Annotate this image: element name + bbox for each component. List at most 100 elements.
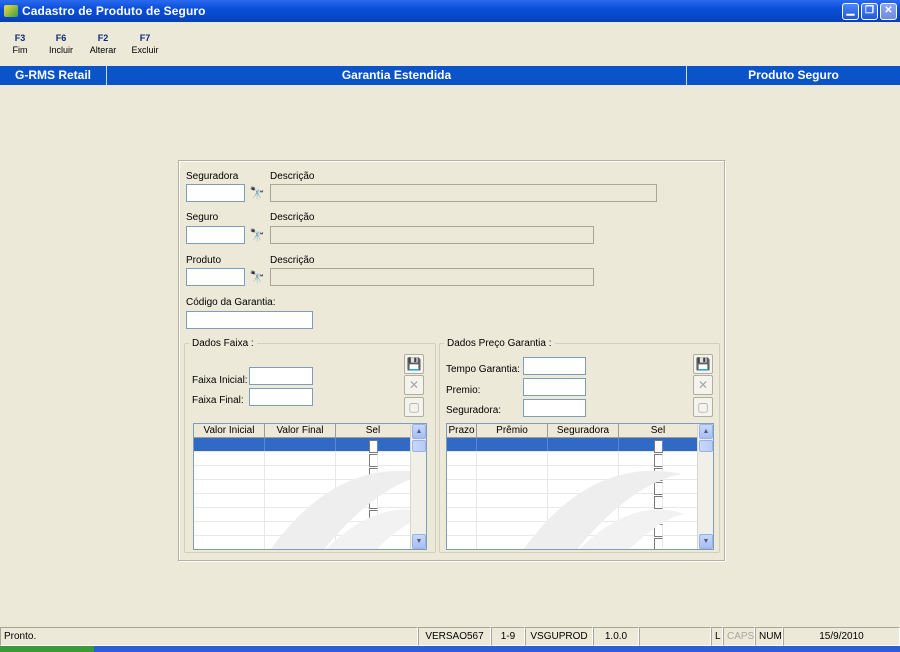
col-sel[interactable]: Sel	[336, 424, 411, 437]
produto-input[interactable]	[186, 268, 245, 286]
module-name: Garantia Estendida	[107, 66, 687, 85]
produto-descricao-field	[270, 268, 594, 286]
title-bar: Cadastro de Produto de Seguro ▁ ❐ ✕	[0, 0, 900, 22]
tempo-garantia-label: Tempo Garantia:	[446, 364, 520, 375]
faixa-final-label: Faixa Final:	[192, 395, 244, 406]
preco-seguradora-label: Seguradora:	[446, 405, 502, 416]
fim-button[interactable]: F3 Fim	[0, 32, 40, 60]
seguro-descricao-label: Descrição	[270, 212, 315, 223]
seguradora-input[interactable]	[186, 184, 245, 202]
faixa-delete-icon[interactable]: ✕	[404, 375, 424, 395]
faixa-grid[interactable]: Valor Inicial Valor Final Sel ▲ ▼	[193, 423, 427, 550]
restore-button[interactable]: ❐	[861, 2, 878, 20]
scroll-thumb[interactable]	[412, 440, 426, 452]
faixa-clear-icon[interactable]: ▢	[404, 397, 424, 417]
preco-delete-icon[interactable]: ✕	[693, 375, 713, 395]
seguro-descricao-field	[270, 226, 594, 244]
table-row[interactable]	[194, 438, 426, 453]
scroll-down-icon[interactable]: ▼	[412, 534, 426, 549]
faixa-inicial-label: Faixa Inicial:	[192, 375, 248, 386]
preco-grid[interactable]: Prazo Prêmio Seguradora Sel ▲ ▼	[446, 423, 714, 550]
faixa-scrollbar[interactable]: ▲ ▼	[410, 424, 426, 549]
table-row[interactable]	[194, 508, 426, 523]
produto-descricao-label: Descrição	[270, 255, 315, 266]
status-bar: Pronto. VERSAO567 1-9 VSGUPROD 1.0.0 L C…	[0, 627, 900, 646]
excluir-key: F7	[139, 33, 151, 43]
produto-label: Produto	[186, 255, 222, 266]
faixa-inicial-input[interactable]	[249, 367, 313, 385]
table-row[interactable]	[447, 452, 713, 467]
status-message: Pronto.	[0, 627, 418, 646]
close-button[interactable]: ✕	[880, 2, 897, 20]
screen-name: Produto Seguro	[748, 68, 839, 82]
preco-seguradora-input[interactable]	[523, 399, 586, 417]
app-icon	[4, 5, 18, 17]
table-row[interactable]	[194, 452, 426, 467]
col-prazo[interactable]: Prazo	[447, 424, 477, 437]
col-valor-inicial[interactable]: Valor Inicial	[194, 424, 265, 437]
faixa-save-icon[interactable]: 💾	[404, 354, 424, 374]
preco-clear-icon[interactable]: ▢	[693, 397, 713, 417]
seguro-label: Seguro	[186, 212, 219, 223]
premio-label: Premio:	[446, 385, 481, 396]
app-name: G-RMS Retail	[0, 66, 107, 85]
table-row[interactable]	[447, 480, 713, 495]
col-premio[interactable]: Prêmio	[477, 424, 548, 437]
scroll-up-icon[interactable]: ▲	[412, 424, 426, 439]
faixa-final-input[interactable]	[249, 388, 313, 406]
produto-search-icon[interactable]: 🔭	[249, 269, 265, 285]
function-key-toolbar: F3 Fim F6 Incluir F2 Alterar F7 Excluir	[0, 32, 166, 60]
table-row[interactable]	[194, 536, 426, 549]
alterar-key: F2	[97, 33, 109, 43]
table-row[interactable]	[447, 494, 713, 509]
incluir-label: Incluir	[48, 45, 73, 55]
excluir-button[interactable]: F7 Excluir	[124, 32, 166, 60]
status-num: NUM	[755, 627, 783, 646]
table-row[interactable]	[447, 466, 713, 481]
col-sel[interactable]: Sel	[619, 424, 698, 437]
status-caps: CAPS	[723, 627, 755, 646]
seguradora-search-icon[interactable]: 🔭	[249, 185, 265, 201]
sel-checkbox[interactable]	[368, 538, 378, 549]
seguradora-descricao-label: Descrição	[270, 171, 315, 182]
table-row[interactable]	[447, 522, 713, 537]
table-row[interactable]	[447, 536, 713, 549]
seguro-search-icon[interactable]: 🔭	[249, 227, 265, 243]
codigo-garantia-input[interactable]	[186, 311, 313, 329]
window-title: Cadastro de Produto de Seguro	[22, 4, 206, 18]
table-row[interactable]	[447, 438, 713, 453]
status-build: 1.0.0	[593, 627, 639, 646]
table-row[interactable]	[194, 480, 426, 495]
module-header-bar: G-RMS Retail Garantia Estendida Produto …	[0, 66, 900, 85]
alterar-button[interactable]: F2 Alterar	[82, 32, 124, 60]
seguro-input[interactable]	[186, 226, 245, 244]
incluir-button[interactable]: F6 Incluir	[40, 32, 82, 60]
taskbar-edge	[0, 646, 900, 652]
premio-input[interactable]	[523, 378, 586, 396]
incluir-key: F6	[55, 33, 67, 43]
minimize-button[interactable]: ▁	[842, 2, 859, 20]
scroll-up-icon[interactable]: ▲	[699, 424, 713, 439]
table-row[interactable]	[194, 466, 426, 481]
status-l: L	[711, 627, 723, 646]
tempo-garantia-input[interactable]	[523, 357, 586, 375]
table-row[interactable]	[447, 508, 713, 523]
status-empty	[639, 627, 711, 646]
table-row[interactable]	[194, 522, 426, 537]
preco-scrollbar[interactable]: ▲ ▼	[697, 424, 713, 549]
scroll-thumb[interactable]	[699, 440, 713, 452]
col-seguradora[interactable]: Seguradora	[548, 424, 619, 437]
sel-checkbox[interactable]	[653, 538, 663, 549]
preco-save-icon[interactable]: 💾	[693, 354, 713, 374]
seguradora-label: Seguradora	[186, 171, 239, 182]
col-valor-final[interactable]: Valor Final	[265, 424, 336, 437]
dados-preco-legend: Dados Preço Garantia :	[447, 338, 552, 349]
alterar-label: Alterar	[89, 45, 117, 55]
fim-label: Fim	[12, 45, 28, 55]
fim-key: F3	[14, 33, 26, 43]
table-row[interactable]	[194, 494, 426, 509]
codigo-garantia-label: Código da Garantia:	[186, 297, 276, 308]
status-version: VERSAO567	[418, 627, 491, 646]
scroll-down-icon[interactable]: ▼	[699, 534, 713, 549]
status-module: VSGUPROD	[525, 627, 593, 646]
